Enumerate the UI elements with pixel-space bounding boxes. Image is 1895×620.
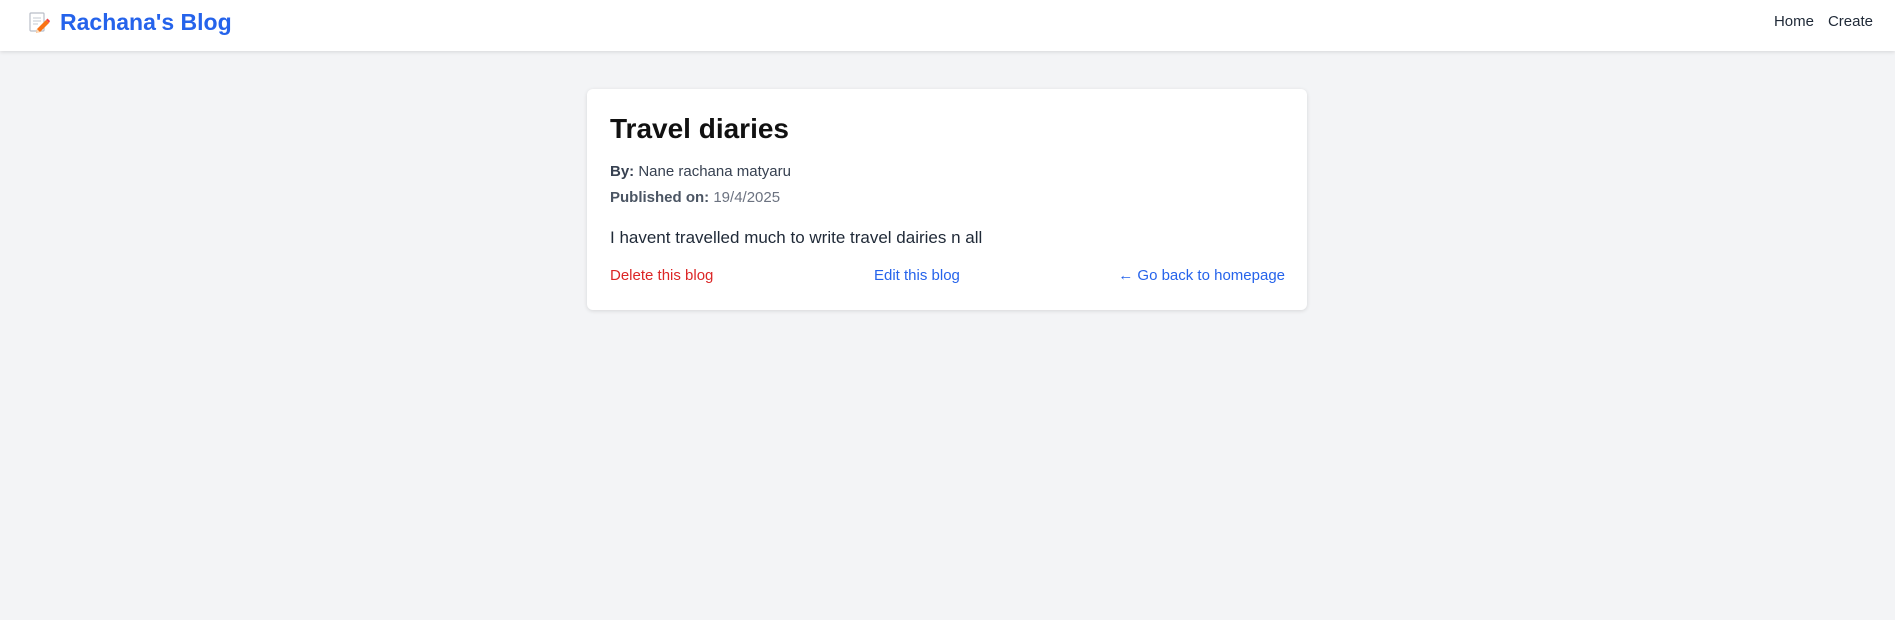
post-body: I havent travelled much to write travel … <box>610 228 983 247</box>
edit-blog-link[interactable]: Edit this blog <box>874 267 960 285</box>
author-label: By: <box>610 163 635 180</box>
brand-link[interactable]: Rachana's Blog <box>28 10 232 34</box>
nav-home-link[interactable]: Home <box>1774 13 1814 31</box>
nav-links: Home Create <box>1760 13 1873 31</box>
brand-title: Rachana's Blog <box>60 9 232 35</box>
post-title: Travel diaries <box>610 113 790 144</box>
author-name: Nane rachana matyaru <box>638 163 791 180</box>
back-to-homepage-link[interactable]: ← Go back to homepage <box>1118 267 1285 285</box>
published-label: Published on: <box>610 189 710 206</box>
post-author-row: By: Nane rachana matyaru <box>610 163 791 181</box>
published-date: 19/4/2025 <box>713 189 781 206</box>
nav-create-link[interactable]: Create <box>1828 13 1873 31</box>
post-date-row: Published on: 19/4/2025 <box>610 189 780 207</box>
memo-pencil-icon <box>28 10 50 34</box>
blog-detail-card: Travel diaries By: Nane rachana matyaru … <box>587 89 1307 310</box>
delete-blog-link[interactable]: Delete this blog <box>610 267 713 285</box>
top-navbar: Rachana's Blog Home Create <box>0 0 1895 51</box>
